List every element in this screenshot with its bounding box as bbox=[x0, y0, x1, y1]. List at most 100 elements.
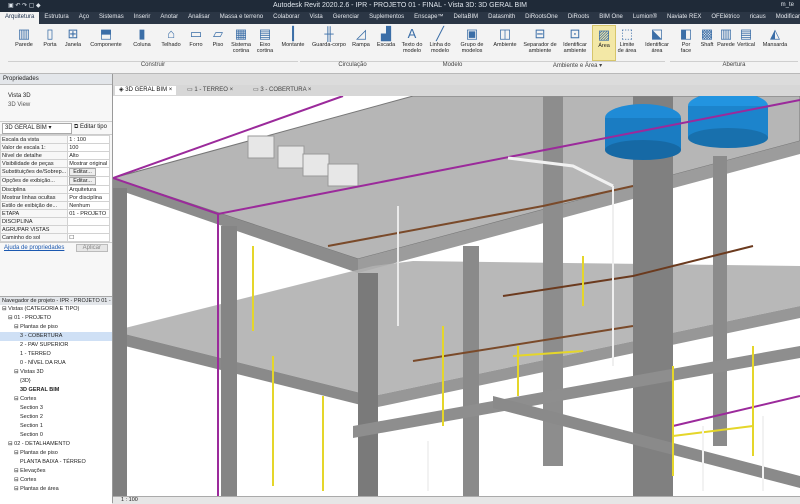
tab-inserir[interactable]: Inserir bbox=[129, 12, 156, 24]
browser-node[interactable]: 3D GERAL BIM bbox=[0, 386, 112, 395]
tab-colaborar[interactable]: Colaborar bbox=[268, 12, 304, 24]
browser-node[interactable]: ⊟ Plantas de área bbox=[0, 485, 112, 494]
tab-bim-one[interactable]: BIM One bbox=[594, 12, 628, 24]
browser-node[interactable]: 3 - COBERTURA bbox=[0, 332, 112, 341]
browser-node[interactable]: ⊟ Vistas 3D bbox=[0, 368, 112, 377]
property-value[interactable]: Mostrar original bbox=[67, 159, 110, 168]
tab-ofel-trico[interactable]: OFElétrico bbox=[706, 12, 744, 24]
tab-deltabim[interactable]: DeltaBIM bbox=[448, 12, 483, 24]
forro-button[interactable]: ▭ Forro bbox=[186, 25, 206, 59]
área-button[interactable]: ▨ Área bbox=[592, 25, 616, 61]
tab-lumion-[interactable]: Lumion® bbox=[628, 12, 662, 24]
properties-help-link[interactable]: Ajuda de propriedades bbox=[4, 245, 64, 251]
property-value[interactable]: 01 - PROJETO bbox=[67, 209, 110, 218]
browser-node[interactable]: ⊟ Cortes bbox=[0, 476, 112, 485]
sistema-cortina-button[interactable]: ▦ Sistema cortina bbox=[230, 25, 252, 59]
property-value[interactable]: 100 bbox=[67, 143, 110, 152]
view-tab[interactable]: ▭ 1 - TERREO × bbox=[183, 86, 237, 95]
parede-button[interactable]: ▥ Parede bbox=[716, 25, 736, 59]
linha-do-modelo-button[interactable]: ╱ Linha do modelo bbox=[426, 25, 454, 59]
tab-datasmith[interactable]: Datasmith bbox=[483, 12, 520, 24]
browser-node[interactable]: {3D} bbox=[0, 377, 112, 386]
property-value[interactable] bbox=[67, 225, 110, 234]
model-3d-render[interactable] bbox=[113, 96, 800, 496]
tab-enscape-[interactable]: Enscape™ bbox=[409, 12, 448, 24]
user-name[interactable]: m_te bbox=[781, 2, 794, 8]
tab-a-o[interactable]: Aço bbox=[74, 12, 94, 24]
property-value[interactable]: Editar... bbox=[67, 176, 110, 186]
tab-modificar[interactable]: Modificar bbox=[771, 12, 800, 24]
texto-do-modelo-button[interactable]: A Texto do modelo bbox=[400, 25, 424, 59]
tab-anotar[interactable]: Anotar bbox=[155, 12, 183, 24]
edit-button[interactable]: Editar... bbox=[69, 168, 96, 176]
rampa-button[interactable]: ◿ Rampa bbox=[350, 25, 372, 59]
property-value[interactable]: Arquitetura bbox=[67, 185, 110, 194]
view-tab[interactable]: ◈ 3D GERAL BIM × bbox=[115, 86, 177, 95]
browser-node[interactable]: ⊟ 01 - PROJETO bbox=[0, 314, 112, 323]
tab-naviate-rex[interactable]: Naviate REX bbox=[662, 12, 706, 24]
vertical-button[interactable]: ▤ Vertical bbox=[736, 25, 756, 59]
montante-button[interactable]: ┃ Montante bbox=[278, 25, 308, 59]
parede-button[interactable]: ▥ Parede bbox=[10, 25, 38, 59]
tab-vista[interactable]: Vista bbox=[305, 12, 328, 24]
browser-node[interactable]: Section 0 bbox=[0, 431, 112, 440]
janela-button[interactable]: ⊞ Janela bbox=[62, 25, 84, 59]
tab-gerenciar[interactable]: Gerenciar bbox=[328, 12, 364, 24]
property-value[interactable]: ☐ bbox=[67, 233, 110, 242]
property-value[interactable]: 1 : 100 bbox=[67, 135, 110, 144]
por-face-button[interactable]: ◧ Por face bbox=[676, 25, 696, 59]
property-value[interactable]: Alto bbox=[67, 151, 110, 160]
coluna-button[interactable]: ▮ Coluna bbox=[128, 25, 156, 59]
piso-button[interactable]: ▱ Piso bbox=[208, 25, 228, 59]
tab-estrutura[interactable]: Estrutura bbox=[39, 12, 73, 24]
view-selector-dropdown[interactable]: 3D GERAL BIM ▾ bbox=[2, 123, 72, 134]
tab-sistemas[interactable]: Sistemas bbox=[94, 12, 129, 24]
guarda-corpo-button[interactable]: ╫ Guarda-corpo bbox=[310, 25, 348, 59]
browser-node[interactable]: ⊟ Elevações bbox=[0, 467, 112, 476]
identificar-área-button[interactable]: ⬕ Identificar área bbox=[640, 25, 674, 59]
property-value[interactable]: Por disciplina bbox=[67, 193, 110, 202]
browser-node[interactable]: 2 - PAV SUPERIOR bbox=[0, 341, 112, 350]
tab-diroots[interactable]: DiRoots bbox=[563, 12, 594, 24]
tab-arquitetura[interactable]: Arquitetura bbox=[0, 12, 40, 24]
browser-node[interactable]: ⊟ Vistas (CATEGORIA E TIPO) bbox=[0, 305, 112, 314]
mansarda-button[interactable]: ◭ Mansarda bbox=[758, 25, 792, 59]
3d-viewport[interactable] bbox=[113, 96, 800, 496]
property-value[interactable] bbox=[67, 217, 110, 226]
tab-analisar[interactable]: Analisar bbox=[183, 12, 215, 24]
separador-de-ambiente-button[interactable]: ⊟ Separador de ambiente bbox=[522, 25, 558, 59]
browser-node[interactable]: Section 2 bbox=[0, 413, 112, 422]
browser-node[interactable]: ⊟ Plantas de piso bbox=[0, 323, 112, 332]
browser-node[interactable]: ⊟ Plantas de piso bbox=[0, 449, 112, 458]
eixo-cortina-button[interactable]: ▤ Eixo cortina bbox=[254, 25, 276, 59]
browser-node[interactable]: PLANTA BAIXA - TÉRREO bbox=[0, 458, 112, 467]
shaft-button[interactable]: ▩ Shaft bbox=[697, 25, 717, 59]
type-selector[interactable]: Vista 3D 3D View bbox=[0, 85, 112, 122]
browser-node[interactable]: 0 - NÍVEL DA RUA bbox=[0, 359, 112, 368]
property-value[interactable]: Nenhum bbox=[67, 201, 110, 210]
close-icon[interactable]: × bbox=[228, 87, 234, 93]
view-tab[interactable]: ▭ 3 - COBERTURA × bbox=[249, 86, 315, 95]
limite-de-área-button[interactable]: ⬚ Limite de área bbox=[616, 25, 638, 59]
tab-ricaus[interactable]: ricaus bbox=[745, 12, 771, 24]
escada-button[interactable]: ▟ Escada bbox=[374, 25, 398, 59]
property-value[interactable]: Editar... bbox=[67, 167, 110, 177]
browser-node[interactable]: Section 3 bbox=[0, 404, 112, 413]
close-icon[interactable]: × bbox=[306, 87, 312, 93]
browser-node[interactable]: ⊟ Cortes bbox=[0, 395, 112, 404]
sun-path-checkbox[interactable]: ☐ bbox=[69, 235, 74, 241]
edit-type-button[interactable]: ⧉ Editar tipo bbox=[74, 124, 107, 131]
browser-node[interactable]: 1 - TERREO bbox=[0, 350, 112, 359]
edit-button[interactable]: Editar... bbox=[69, 177, 96, 185]
identificar-ambiente-button[interactable]: ⊡ Identificar ambiente bbox=[560, 25, 590, 59]
ambiente-button[interactable]: ◫ Ambiente bbox=[490, 25, 520, 59]
tab-massa-e-terreno[interactable]: Massa e terreno bbox=[215, 12, 268, 24]
browser-node[interactable]: Section 1 bbox=[0, 422, 112, 431]
grupo-de-modelos-button[interactable]: ▣ Grupo de modelos bbox=[456, 25, 488, 59]
close-icon[interactable]: × bbox=[167, 87, 173, 93]
tab-dirootsone[interactable]: DiRootsOne bbox=[520, 12, 563, 24]
tab-suplementos[interactable]: Suplementos bbox=[364, 12, 409, 24]
apply-button[interactable]: Aplicar bbox=[75, 244, 108, 252]
telhado-button[interactable]: ⌂ Telhado bbox=[158, 25, 184, 59]
browser-node[interactable]: ⊟ 02 - DETALHAMENTO bbox=[0, 440, 112, 449]
